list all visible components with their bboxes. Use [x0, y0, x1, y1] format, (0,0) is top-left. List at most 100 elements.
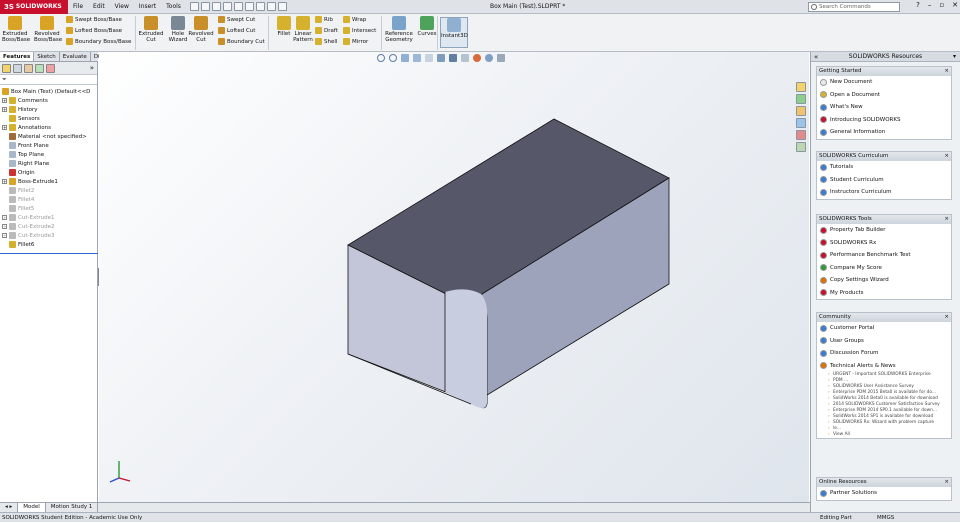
ribbon-button-mirror[interactable]: Mirror [343, 38, 368, 45]
tab-evaluate[interactable]: Evaluate [60, 52, 91, 61]
tree-node-fillet6[interactable]: +Fillet6 [0, 240, 97, 249]
expand-panel-icon[interactable]: » [90, 64, 94, 72]
tree-node-fillet5[interactable]: +Fillet5 [0, 204, 97, 213]
resource-link-compare-my-score[interactable]: Compare My Score [817, 262, 951, 275]
pin-icon[interactable]: ▾ [953, 52, 956, 62]
tree-node-fillet4[interactable]: +Fillet4 [0, 195, 97, 204]
save-icon[interactable] [211, 2, 221, 11]
section-header[interactable]: Getting Started × [817, 67, 951, 76]
section-close-icon[interactable]: × [944, 313, 949, 322]
feature-manager-tab-icon[interactable] [2, 63, 11, 73]
resource-link-user-groups[interactable]: User Groups [817, 335, 951, 348]
tab-scroll-arrows[interactable]: ◂ ▸ [0, 503, 19, 512]
appearances-icon[interactable] [796, 130, 806, 140]
section-header[interactable]: Community × [817, 313, 951, 322]
section-close-icon[interactable]: × [944, 478, 949, 487]
ribbon-button-wrap[interactable]: Wrap [343, 16, 366, 23]
view-palette-icon[interactable] [796, 118, 806, 128]
tree-node-cut-extrude3[interactable]: + Cut-Extrude3 [0, 231, 97, 240]
resource-link-customer-portal[interactable]: Customer Portal [817, 322, 951, 335]
expand-toggle-icon[interactable]: + [2, 233, 7, 238]
collapse-pane-icon[interactable]: « [814, 52, 818, 62]
ribbon-button-instant3d[interactable]: Instant3D [440, 17, 468, 48]
dimxpert-manager-tab-icon[interactable] [35, 63, 44, 73]
resource-link-discussion-forum[interactable]: Discussion Forum [817, 347, 951, 360]
ribbon-button-intersect[interactable]: Intersect [343, 27, 376, 34]
resource-link-introducing-solidworks[interactable]: Introducing SOLIDWORKS [817, 114, 951, 127]
menu-item-insert[interactable]: Insert [134, 0, 161, 14]
resource-link-copy-settings-wizard[interactable]: Copy Settings Wizard [817, 274, 951, 287]
ribbon-button-extruded-cut[interactable]: Extruded Cut [138, 16, 164, 43]
tree-node-boss-extrude1[interactable]: + Boss-Extrude1 [0, 177, 97, 186]
select-icon[interactable] [244, 2, 254, 11]
tree-node-front-plane[interactable]: +Front Plane [0, 141, 97, 150]
close-button[interactable]: ✕ [952, 1, 958, 9]
expand-toggle-icon[interactable]: + [2, 215, 7, 220]
resource-link-tutorials[interactable]: Tutorials [817, 161, 951, 174]
rebuild-icon[interactable] [255, 2, 265, 11]
ribbon-button-boundary-boss-base[interactable]: Boundary Boss/Base [66, 38, 131, 45]
tree-node-top-plane[interactable]: +Top Plane [0, 150, 97, 159]
expand-toggle-icon[interactable]: + [2, 125, 7, 130]
help-button[interactable]: ? [916, 1, 920, 9]
resource-link-partner-solutions[interactable]: Partner Solutions [817, 487, 951, 500]
resource-link-open-a-document[interactable]: Open a Document [817, 89, 951, 102]
tree-node-cut-extrude2[interactable]: + Cut-Extrude2 [0, 222, 97, 231]
options-icon[interactable] [277, 2, 287, 11]
resource-link-general-information[interactable]: General Information [817, 126, 951, 139]
tree-node-sensors[interactable]: +Sensors [0, 114, 97, 123]
tree-node-material-not-specified[interactable]: +Material <not specified> [0, 132, 97, 141]
expand-toggle-icon[interactable]: + [2, 98, 7, 103]
menu-item-view[interactable]: View [110, 0, 134, 14]
fillet-face[interactable] [445, 289, 488, 409]
ribbon-button-rib[interactable]: Rib [315, 16, 333, 23]
print-icon[interactable] [222, 2, 232, 11]
tree-node-annotations[interactable]: + Annotations [0, 123, 97, 132]
configuration-manager-tab-icon[interactable] [24, 63, 33, 73]
ribbon-button-shell[interactable]: Shell [315, 38, 337, 45]
section-close-icon[interactable]: × [944, 215, 949, 224]
resource-link-my-products[interactable]: My Products [817, 287, 951, 300]
file-properties-icon[interactable] [266, 2, 276, 11]
section-close-icon[interactable]: × [944, 67, 949, 76]
tree-node-comments[interactable]: + Comments [0, 96, 97, 105]
ribbon-button-linear-pattern[interactable]: Linear Pattern [290, 16, 316, 43]
resource-link-performance-benchmark-test[interactable]: Performance Benchmark Test [817, 249, 951, 262]
rollback-bar[interactable] [0, 253, 98, 254]
tab-motion-study-1[interactable]: Motion Study 1 [46, 503, 99, 512]
news-item[interactable]: View All [817, 432, 951, 438]
resource-link-instructors-curriculum[interactable]: Instructors Curriculum [817, 186, 951, 199]
custom-properties-icon[interactable] [796, 142, 806, 152]
expand-toggle-icon[interactable]: + [2, 179, 7, 184]
undo-icon[interactable] [233, 2, 243, 11]
menu-item-tools[interactable]: Tools [161, 0, 186, 14]
restore-button[interactable]: ▫ [939, 1, 944, 9]
tree-node-fillet2[interactable]: +Fillet2 [0, 186, 97, 195]
solidworks-logo[interactable]: 3S SOLIDWORKS [0, 0, 68, 14]
tree-node-cut-extrude1[interactable]: + Cut-Extrude1 [0, 213, 97, 222]
tree-node-history[interactable]: + History [0, 105, 97, 114]
ribbon-button-reference-geometry[interactable]: Reference Geometry [384, 16, 414, 43]
menu-item-file[interactable]: File [68, 0, 88, 14]
expand-toggle-icon[interactable]: + [2, 107, 7, 112]
home-icon[interactable] [796, 82, 806, 92]
ribbon-button-revolved-cut[interactable]: Revolved Cut [188, 16, 214, 43]
resource-link-what-s-new[interactable]: What's New [817, 101, 951, 114]
section-header[interactable]: SOLIDWORKS Curriculum × [817, 152, 951, 161]
graphics-area[interactable] [99, 52, 809, 502]
expand-toggle-icon[interactable]: + [2, 224, 7, 229]
section-header[interactable]: Online Resources × [817, 478, 951, 487]
tree-node-origin[interactable]: +Origin [0, 168, 97, 177]
display-manager-tab-icon[interactable] [46, 63, 55, 73]
property-manager-tab-icon[interactable] [13, 63, 22, 73]
file-explorer-icon[interactable] [796, 106, 806, 116]
part-model-3d[interactable] [99, 52, 809, 502]
section-header[interactable]: SOLIDWORKS Tools × [817, 215, 951, 224]
resource-link-technical-alerts-news[interactable]: Technical Alerts & News [817, 360, 951, 373]
tab-model[interactable]: Model [18, 503, 46, 512]
design-library-icon[interactable] [796, 94, 806, 104]
new-icon[interactable] [189, 2, 199, 11]
resource-link-new-document[interactable]: New Document [817, 76, 951, 89]
tab-sketch[interactable]: Sketch [34, 52, 60, 61]
ribbon-button-swept-cut[interactable]: Swept Cut [218, 16, 255, 23]
